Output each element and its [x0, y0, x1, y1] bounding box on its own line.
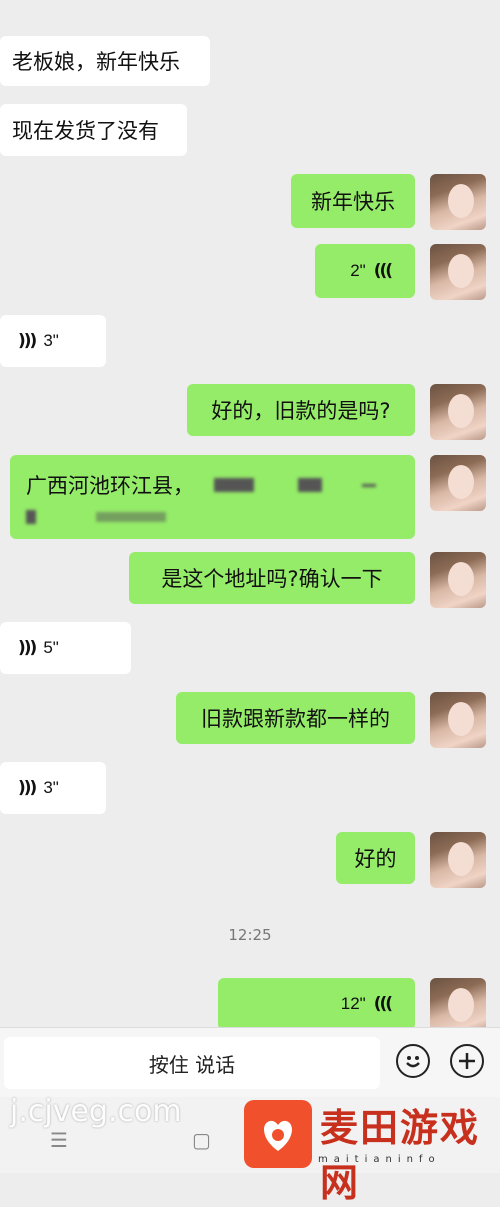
message-text: 老板娘，新年快乐 — [12, 50, 180, 74]
message-bubble[interactable]: 老板娘，新年快乐 — [0, 36, 210, 86]
message-row: ))) 3" — [0, 315, 500, 367]
brand-watermark: 麦田游戏网 — [320, 1105, 481, 1205]
message-row: 好的，旧款的是吗? — [0, 384, 500, 440]
message-row: ))) 5" — [0, 622, 500, 674]
message-bubble[interactable]: 好的 — [336, 832, 415, 884]
chat-timestamp: 12:25 — [228, 926, 272, 944]
voice-duration: 3" — [43, 331, 59, 350]
voice-message-bubble[interactable]: 12" ((( — [218, 978, 415, 1030]
avatar[interactable] — [430, 384, 486, 440]
message-row: 广西河池环江县， — [0, 455, 500, 541]
message-bubble[interactable]: 旧款跟新款都一样的 — [176, 692, 415, 744]
message-bubble[interactable]: 好的，旧款的是吗? — [187, 384, 415, 436]
avatar[interactable] — [430, 832, 486, 888]
chat-input-bar: 按住 说话 — [0, 1027, 500, 1098]
message-row: ))) 3" — [0, 762, 500, 814]
message-row: 现在发货了没有 — [0, 104, 500, 156]
voice-wave-icon: ))) — [18, 638, 37, 658]
plus-icon — [459, 1053, 475, 1069]
home-icon[interactable]: ▢ — [192, 1128, 211, 1152]
hold-to-talk-label: 按住 说话 — [148, 1052, 236, 1077]
redacted-text — [362, 483, 376, 487]
voice-message-bubble[interactable]: 2" ((( — [315, 244, 415, 298]
avatar[interactable] — [430, 455, 486, 511]
voice-duration: 2" — [350, 261, 366, 280]
plus-button[interactable] — [450, 1044, 484, 1078]
voice-wave-icon: ))) — [18, 778, 37, 798]
redacted-text — [214, 478, 254, 492]
brand-logo-icon — [244, 1100, 312, 1168]
voice-wave-icon: ((( — [373, 261, 393, 281]
voice-duration: 3" — [43, 778, 59, 797]
avatar[interactable] — [430, 978, 486, 1034]
message-row: 旧款跟新款都一样的 — [0, 692, 500, 748]
message-text: 广西河池环江县， — [26, 474, 194, 498]
voice-wave-icon: ))) — [18, 331, 37, 351]
voice-wave-icon: ((( — [373, 994, 393, 1014]
voice-message-bubble[interactable]: ))) 3" — [0, 315, 106, 367]
redacted-text — [96, 512, 166, 522]
redacted-text — [298, 478, 322, 492]
avatar[interactable] — [430, 692, 486, 748]
message-text: 现在发货了没有 — [12, 119, 159, 143]
message-row: 新年快乐 — [0, 174, 500, 230]
redacted-text — [26, 510, 36, 524]
message-text: 好的 — [354, 847, 397, 871]
message-row: 2" ((( — [0, 244, 500, 300]
message-bubble[interactable]: 新年快乐 — [291, 174, 415, 228]
avatar[interactable] — [430, 174, 486, 230]
menu-icon[interactable]: ☰ — [50, 1128, 68, 1152]
message-bubble[interactable]: 是这个地址吗?确认一下 — [129, 552, 415, 604]
voice-duration: 5" — [43, 638, 59, 657]
site-watermark: j.cjveg.com — [10, 1094, 182, 1129]
hold-to-talk-button[interactable]: 按住 说话 — [4, 1037, 380, 1089]
smile-face-icon — [406, 1056, 420, 1068]
message-row: 12" ((( — [0, 978, 500, 1034]
voice-message-bubble[interactable]: ))) 3" — [0, 762, 106, 814]
brand-sub-watermark: maitianinfo — [318, 1154, 441, 1165]
message-bubble[interactable]: 现在发货了没有 — [0, 104, 187, 156]
message-row: 是这个地址吗?确认一下 — [0, 552, 500, 608]
message-row: 好的 — [0, 832, 500, 888]
voice-message-bubble[interactable]: ))) 5" — [0, 622, 131, 674]
avatar[interactable] — [430, 244, 486, 300]
message-row: 老板娘，新年快乐 — [0, 36, 500, 86]
emoji-button[interactable] — [396, 1044, 430, 1078]
address-message-bubble[interactable]: 广西河池环江县， — [10, 455, 415, 539]
voice-duration: 12" — [340, 994, 366, 1013]
avatar[interactable] — [430, 552, 486, 608]
message-text: 是这个地址吗?确认一下 — [161, 567, 383, 591]
message-text: 旧款跟新款都一样的 — [201, 707, 390, 731]
message-text: 新年快乐 — [311, 190, 395, 214]
message-text: 好的，旧款的是吗? — [211, 399, 391, 423]
